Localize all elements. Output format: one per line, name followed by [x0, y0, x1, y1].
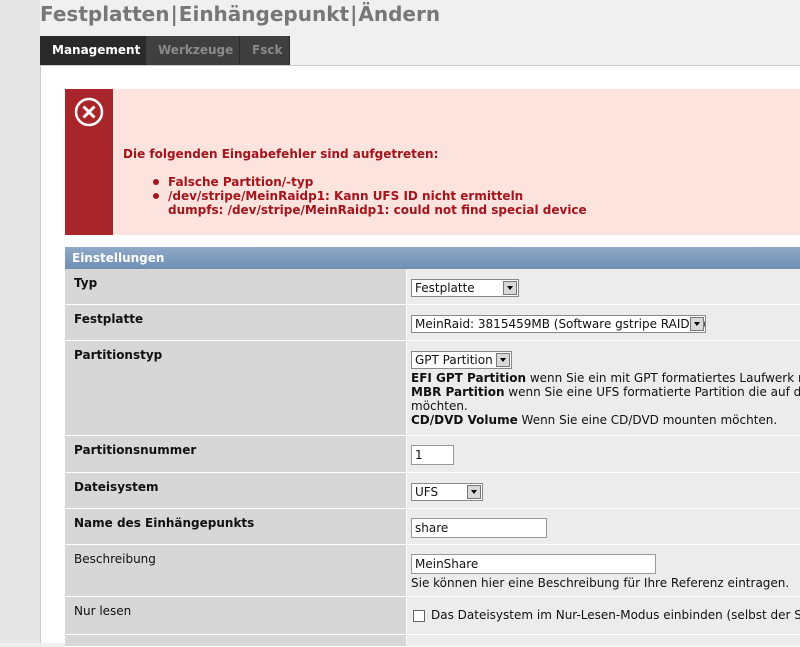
breadcrumb-separator: |: [170, 2, 178, 26]
partitionstyp-description: EFI GPT Partition wenn Sie ein mit GPT f…: [411, 371, 800, 427]
name-input[interactable]: share: [411, 518, 547, 538]
tab-management[interactable]: Management: [40, 36, 146, 65]
error-item-text: /dev/stripe/MeinRaidp1: Kann UFS ID nich…: [168, 189, 524, 203]
label-name: Name des Einhängepunkts: [65, 509, 406, 544]
nurlesen-text: Das Dateisystem im Nur-Lesen-Modus einbi…: [431, 608, 800, 622]
main-content: Die folgenden Eingabefehler sind aufgetr…: [40, 65, 800, 647]
beschreibung-help: Sie können hier eine Beschreibung für Ih…: [411, 576, 790, 590]
value-cell: MeinRaid: 3815459MB (Software gstripe RA…: [407, 305, 800, 340]
label-beschreibung: Beschreibung: [65, 545, 406, 596]
tab-bar: Management Werkzeuge Fsck: [40, 36, 290, 65]
page-title: Festplatten|Einhängepunkt|Ändern: [40, 0, 440, 30]
value-cell: share: [407, 509, 800, 544]
row-typ: Typ Festplatte: [65, 269, 800, 305]
row-partitionstyp: Partitionstyp GPT Partition EFI GPT Part…: [65, 341, 800, 436]
desc-efi-text: wenn Sie ein mit GPT formatiertes Laufwe…: [529, 371, 800, 385]
desc-cd-title: CD/DVD Volume: [411, 413, 518, 427]
row-next: [65, 635, 800, 647]
desc-cd-text: Wenn Sie eine CD/DVD mounten möchten.: [517, 413, 778, 427]
row-name: Name des Einhängepunkts share: [65, 509, 800, 545]
label-dateisystem: Dateisystem: [65, 473, 406, 508]
typ-select[interactable]: Festplatte: [411, 279, 519, 297]
value-cell: Festplatte: [407, 269, 800, 304]
nurlesen-checkbox[interactable]: [413, 609, 425, 622]
breadcrumb-separator: |: [350, 2, 358, 26]
dateisystem-select[interactable]: UFS: [411, 483, 483, 501]
chevron-down-icon: [467, 485, 481, 499]
error-heading: Die folgenden Eingabefehler sind aufgetr…: [123, 147, 439, 161]
dateisystem-select-value: UFS: [415, 485, 439, 499]
label-typ: Typ: [65, 269, 406, 304]
value-cell: UFS: [407, 473, 800, 508]
label-empty: [65, 635, 406, 646]
error-item-text: Falsche Partition/-typ: [168, 175, 314, 189]
error-item-detail: dumpfs: /dev/stripe/MeinRaidp1: could no…: [168, 203, 587, 217]
desc-mbr-continued: möchten.: [411, 399, 468, 413]
value-cell: [407, 635, 800, 646]
left-margin: [0, 0, 40, 643]
typ-select-value: Festplatte: [415, 281, 475, 295]
desc-efi-title: EFI GPT Partition: [411, 371, 527, 385]
error-box: Die folgenden Eingabefehler sind aufgetr…: [65, 89, 800, 235]
partitionstyp-select-value: GPT Partition: [415, 353, 493, 367]
label-partitionsnummer: Partitionsnummer: [65, 436, 406, 472]
row-beschreibung: Beschreibung MeinShare Sie können hier e…: [65, 545, 800, 597]
error-item: Falsche Partition/-typ: [123, 175, 587, 189]
label-nurlesen: Nur lesen: [65, 597, 406, 634]
value-cell: GPT Partition EFI GPT Partition wenn Sie…: [407, 341, 800, 435]
value-cell: MeinShare Sie können hier eine Beschreib…: [407, 545, 800, 596]
section-header-einstellungen: Einstellungen: [65, 247, 800, 269]
error-list: Falsche Partition/-typ /dev/stripe/MeinR…: [123, 175, 587, 217]
error-bar: [65, 89, 113, 235]
label-festplatte: Festplatte: [65, 305, 406, 340]
festplatte-select[interactable]: MeinRaid: 3815459MB (Software gstripe RA…: [411, 315, 706, 333]
chevron-down-icon: [690, 317, 704, 331]
breadcrumb-aendern: Ändern: [358, 2, 441, 26]
row-nurlesen: Nur lesen Das Dateisystem im Nur-Lesen-M…: [65, 597, 800, 635]
breadcrumb-festplatten[interactable]: Festplatten: [40, 2, 169, 26]
desc-mbr-text: wenn Sie eine UFS formatierte Partition …: [508, 385, 800, 399]
partitionstyp-select[interactable]: GPT Partition: [411, 351, 512, 369]
beschreibung-input[interactable]: MeinShare: [411, 554, 656, 574]
row-festplatte: Festplatte MeinRaid: 3815459MB (Software…: [65, 305, 800, 341]
tab-fsck[interactable]: Fsck: [240, 36, 290, 65]
breadcrumb-einhaengepunkt[interactable]: Einhängepunkt: [179, 2, 349, 26]
desc-mbr-title: MBR Partition: [411, 385, 505, 399]
row-partitionsnummer: Partitionsnummer 1: [65, 436, 800, 473]
chevron-down-icon: [503, 281, 517, 295]
row-dateisystem: Dateisystem UFS: [65, 473, 800, 509]
chevron-down-icon: [496, 353, 510, 367]
value-cell: 1: [407, 436, 800, 472]
error-x-icon: [74, 97, 104, 127]
value-cell: Das Dateisystem im Nur-Lesen-Modus einbi…: [407, 597, 800, 634]
partitionsnummer-input[interactable]: 1: [411, 445, 454, 465]
festplatte-select-value: MeinRaid: 3815459MB (Software gstripe RA…: [415, 317, 706, 331]
tab-werkzeuge[interactable]: Werkzeuge: [146, 36, 240, 65]
label-partitionstyp: Partitionstyp: [65, 341, 406, 435]
error-item: /dev/stripe/MeinRaidp1: Kann UFS ID nich…: [123, 189, 587, 217]
